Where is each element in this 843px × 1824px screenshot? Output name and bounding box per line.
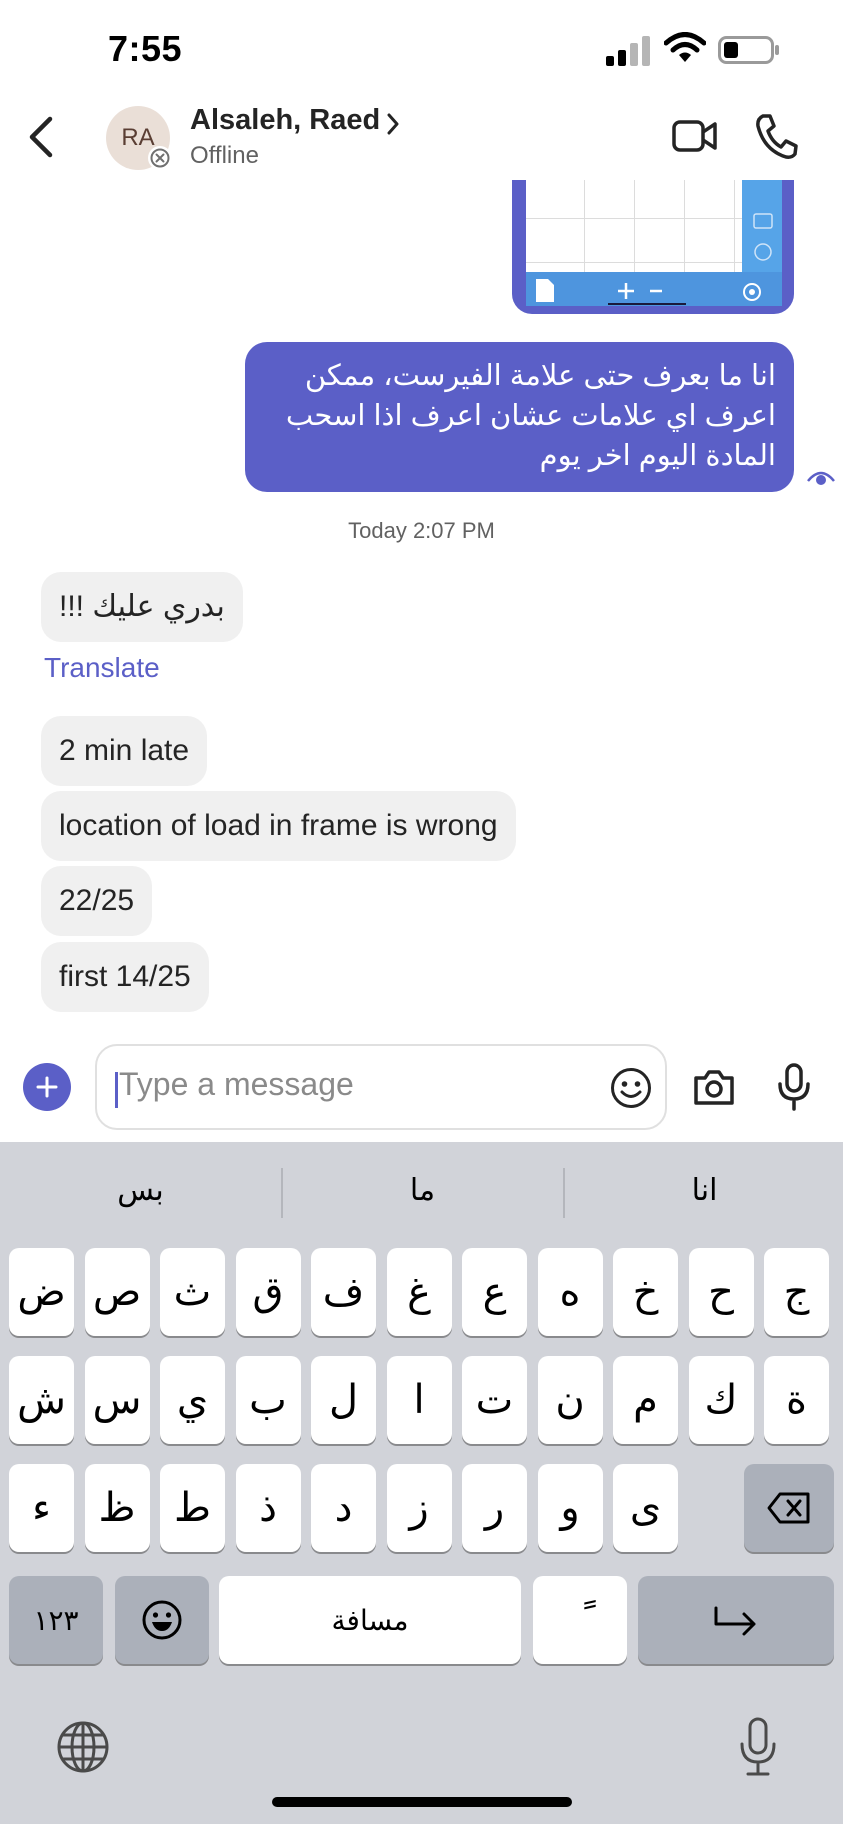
letter-key[interactable]: غ: [386, 1248, 452, 1336]
file-list-icon: [753, 213, 773, 261]
message-placeholder: Type a message: [119, 1066, 354, 1102]
chevron-left-icon: [29, 116, 53, 158]
incoming-message[interactable]: 2 min late: [41, 716, 208, 786]
diacritic-key[interactable]: ً: [533, 1576, 627, 1664]
camera-icon[interactable]: [692, 1066, 736, 1108]
message-timestamp: Today 2:07 PM: [348, 518, 495, 543]
grid-line: [584, 180, 585, 272]
letter-key[interactable]: ى: [613, 1464, 678, 1552]
battery-icon: [718, 36, 779, 64]
letter-key[interactable]: ع: [462, 1248, 527, 1336]
microphone-icon[interactable]: [776, 1062, 812, 1112]
suggestion-item[interactable]: ما: [282, 1142, 563, 1238]
home-indicator: [272, 1797, 572, 1807]
emoji-icon[interactable]: [609, 1066, 653, 1110]
message-input[interactable]: Type a message: [95, 1044, 667, 1130]
letter-key[interactable]: ر: [462, 1464, 527, 1552]
letter-key[interactable]: ش: [9, 1356, 74, 1444]
add-attachment-button[interactable]: [23, 1063, 71, 1111]
incoming-message[interactable]: 22/25: [41, 866, 153, 936]
emoji-keyboard-key[interactable]: [115, 1576, 209, 1664]
letter-key[interactable]: ي: [160, 1356, 225, 1444]
letter-key[interactable]: ق: [235, 1248, 301, 1336]
delete-key[interactable]: [744, 1464, 834, 1552]
emoji-icon: [142, 1600, 182, 1640]
back-button[interactable]: [18, 112, 62, 162]
letter-key[interactable]: ز: [386, 1464, 452, 1552]
image-sidebar: [742, 180, 782, 272]
status-bar: 7:55: [0, 0, 843, 100]
incoming-message[interactable]: بدري عليك !!!: [41, 572, 243, 642]
return-arrow-icon: [714, 1606, 756, 1636]
letter-key[interactable]: ث: [160, 1248, 225, 1336]
incoming-message[interactable]: location of load in frame is wrong: [41, 791, 516, 861]
grid-line: [734, 180, 735, 272]
letter-key[interactable]: ا: [386, 1356, 452, 1444]
incoming-message[interactable]: first 14/25: [41, 942, 209, 1012]
letter-key[interactable]: ص: [84, 1248, 150, 1336]
attached-image[interactable]: [526, 180, 782, 272]
cellular-signal-icon: [606, 36, 650, 66]
image-message[interactable]: [512, 180, 794, 314]
compose-bar: Type a message: [0, 1040, 843, 1142]
numbers-key[interactable]: ١٢٣: [9, 1576, 103, 1664]
outgoing-message[interactable]: انا ما بعرف حتى علامة الفيرست، ممكن اعرف…: [245, 342, 794, 492]
letter-key[interactable]: ف: [311, 1248, 376, 1336]
image-toolbar: [526, 272, 782, 306]
plus-icon: [36, 1076, 58, 1098]
letter-key[interactable]: ت: [462, 1356, 527, 1444]
letter-key[interactable]: د: [311, 1464, 376, 1552]
contact-name[interactable]: Alsaleh, Raed: [190, 104, 380, 137]
letter-key[interactable]: ه: [537, 1248, 603, 1336]
return-key[interactable]: [638, 1576, 834, 1664]
translate-link[interactable]: Translate: [44, 652, 160, 684]
letter-key[interactable]: ظ: [84, 1464, 150, 1552]
letter-key[interactable]: ض: [9, 1248, 74, 1336]
backspace-icon: [767, 1492, 810, 1524]
chevron-right-icon[interactable]: [384, 112, 402, 136]
letter-key[interactable]: ح: [688, 1248, 754, 1336]
suggestion-item[interactable]: بس: [0, 1142, 281, 1238]
space-key[interactable]: مسافة: [219, 1576, 521, 1664]
seen-eye-icon: [807, 471, 835, 485]
grid-line: [684, 180, 685, 272]
letter-key[interactable]: و: [537, 1464, 603, 1552]
letter-key[interactable]: ن: [537, 1356, 603, 1444]
suggestion-bar: بس ما انا: [0, 1142, 843, 1238]
phone-call-icon[interactable]: [754, 112, 798, 160]
letter-key[interactable]: ذ: [235, 1464, 301, 1552]
letter-key[interactable]: م: [613, 1356, 678, 1444]
text-caret: [115, 1072, 118, 1108]
suggestion-item[interactable]: انا: [564, 1142, 843, 1238]
status-time: 7:55: [108, 28, 183, 69]
toolbar-icons: [536, 279, 761, 305]
keyboard: بس ما انا ضصثقفغعهخحج شسيبلاتنمكة ءظطذدز…: [0, 1142, 843, 1824]
globe-icon[interactable]: [56, 1720, 110, 1774]
offline-status-icon: [148, 146, 172, 170]
letter-key[interactable]: ج: [764, 1248, 829, 1336]
letter-key[interactable]: ة: [764, 1356, 829, 1444]
letter-key[interactable]: ب: [235, 1356, 301, 1444]
grid-line: [634, 180, 635, 272]
dictation-microphone-icon[interactable]: [738, 1716, 778, 1778]
letter-key[interactable]: ك: [688, 1356, 754, 1444]
letter-key[interactable]: س: [84, 1356, 150, 1444]
chat-header: RA Alsaleh, Raed Offline: [0, 100, 843, 180]
letter-key[interactable]: ء: [9, 1464, 74, 1552]
video-call-icon[interactable]: [672, 116, 718, 156]
wifi-icon: [664, 32, 706, 62]
message-list[interactable]: انا ما بعرف حتى علامة الفيرست، ممكن اعرف…: [0, 180, 843, 1040]
letter-key[interactable]: ط: [160, 1464, 225, 1552]
letter-key[interactable]: خ: [613, 1248, 678, 1336]
contact-status: Offline: [190, 142, 259, 169]
letter-key[interactable]: ل: [311, 1356, 376, 1444]
